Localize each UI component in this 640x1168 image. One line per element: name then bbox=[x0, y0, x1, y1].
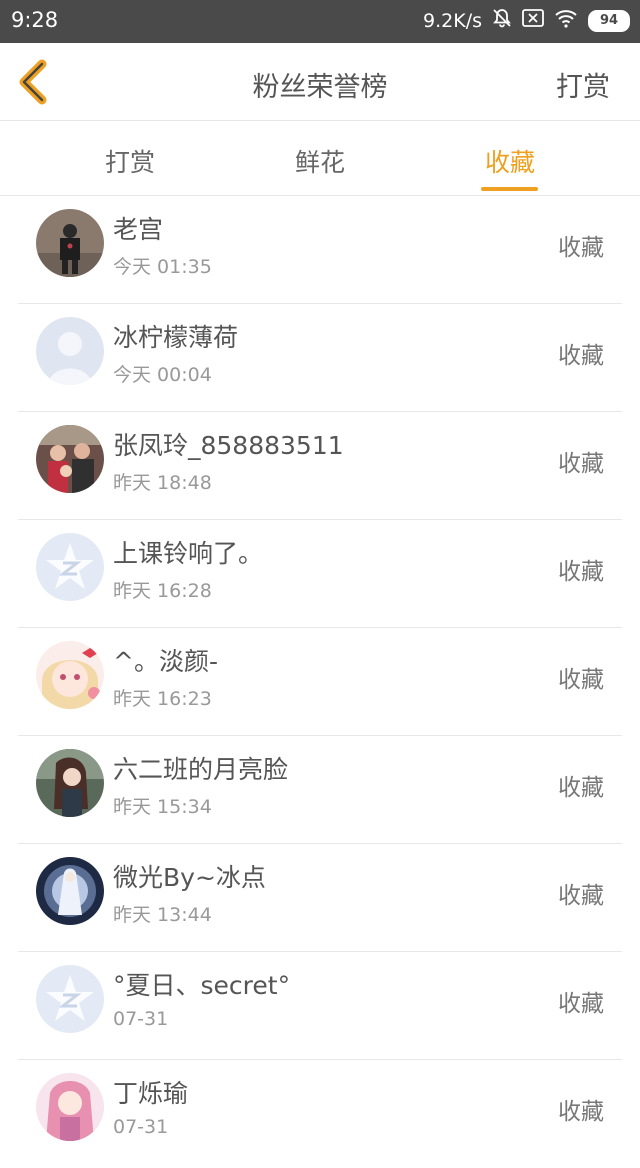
timestamp: 07-31 bbox=[113, 1008, 169, 1030]
timestamp: 昨天 18:48 bbox=[113, 472, 212, 494]
user-name: 老宫 bbox=[113, 215, 164, 244]
active-tab-indicator bbox=[481, 187, 538, 191]
avatar[interactable] bbox=[36, 749, 104, 817]
sim-icon bbox=[522, 9, 544, 32]
list-item[interactable]: 丁烁瑜 07-31 收藏 bbox=[0, 1060, 640, 1168]
status-time: 9:28 bbox=[11, 8, 59, 32]
favorite-label: 收藏 bbox=[558, 883, 604, 909]
user-name: 张凤玲_858883511 bbox=[113, 431, 344, 460]
list-item[interactable]: 老宫 今天 01:35 收藏 bbox=[0, 196, 640, 304]
favorite-label: 收藏 bbox=[558, 451, 604, 477]
favorite-label: 收藏 bbox=[558, 991, 604, 1017]
list-item[interactable]: 冰柠檬薄荷 今天 00:04 收藏 bbox=[0, 304, 640, 412]
timestamp: 昨天 13:44 bbox=[113, 904, 212, 926]
list-item[interactable]: 张凤玲_858883511 昨天 18:48 收藏 bbox=[0, 412, 640, 520]
favorite-label: 收藏 bbox=[558, 667, 604, 693]
avatar[interactable] bbox=[36, 533, 104, 601]
avatar[interactable] bbox=[36, 317, 104, 385]
bell-muted-icon bbox=[492, 8, 512, 33]
tab-bar: 打赏 鲜花 收藏 bbox=[0, 121, 640, 196]
user-name: 丁烁瑜 bbox=[113, 1079, 189, 1108]
tab-reward[interactable]: 打赏 bbox=[70, 143, 190, 179]
timestamp: 今天 01:35 bbox=[113, 256, 212, 278]
avatar[interactable] bbox=[36, 857, 104, 925]
list-item[interactable]: 微光By~冰点 昨天 13:44 收藏 bbox=[0, 844, 640, 952]
reward-button[interactable]: 打赏 bbox=[556, 65, 610, 104]
favorite-label: 收藏 bbox=[558, 235, 604, 261]
avatar[interactable] bbox=[36, 209, 104, 277]
wifi-icon bbox=[554, 8, 578, 33]
battery-icon: 94 bbox=[588, 9, 630, 32]
avatar[interactable] bbox=[36, 641, 104, 709]
user-name: ^。淡颜- bbox=[113, 647, 218, 676]
default-star-icon bbox=[36, 965, 104, 1033]
list-item[interactable]: °夏日、secret° 07-31 收藏 bbox=[0, 952, 640, 1060]
user-name: 微光By~冰点 bbox=[113, 863, 266, 892]
fan-list: 老宫 今天 01:35 收藏 冰柠檬薄荷 今天 00:04 收藏 张凤玲_858… bbox=[0, 196, 640, 1168]
user-name: 上课铃响了。 bbox=[113, 539, 264, 568]
default-star-icon bbox=[36, 533, 104, 601]
list-item[interactable]: 六二班的月亮脸 昨天 15:34 收藏 bbox=[0, 736, 640, 844]
timestamp: 昨天 15:34 bbox=[113, 796, 212, 818]
favorite-label: 收藏 bbox=[558, 775, 604, 801]
user-name: °夏日、secret° bbox=[113, 971, 291, 1000]
user-name: 冰柠檬薄荷 bbox=[113, 323, 239, 352]
avatar[interactable] bbox=[36, 425, 104, 493]
avatar[interactable] bbox=[36, 965, 104, 1033]
timestamp: 昨天 16:23 bbox=[113, 688, 212, 710]
page-title: 粉丝荣誉榜 bbox=[252, 72, 388, 103]
network-speed: 9.2K/s bbox=[423, 9, 482, 32]
timestamp: 昨天 16:28 bbox=[113, 580, 212, 602]
avatar[interactable] bbox=[36, 1073, 104, 1141]
favorite-label: 收藏 bbox=[558, 559, 604, 585]
tab-favorites[interactable]: 收藏 bbox=[450, 143, 570, 179]
list-item[interactable]: ^。淡颜- 昨天 16:23 收藏 bbox=[0, 628, 640, 736]
status-bar: 9:28 9.2K/s 94 bbox=[0, 0, 640, 43]
tab-flowers[interactable]: 鲜花 bbox=[260, 143, 380, 179]
favorite-label: 收藏 bbox=[558, 1099, 604, 1125]
header: 粉丝荣誉榜 打赏 bbox=[0, 43, 640, 121]
list-item[interactable]: 上课铃响了。 昨天 16:28 收藏 bbox=[0, 520, 640, 628]
favorite-label: 收藏 bbox=[558, 343, 604, 369]
timestamp: 今天 00:04 bbox=[113, 364, 212, 386]
timestamp: 07-31 bbox=[113, 1116, 169, 1138]
status-icons: 9.2K/s 94 bbox=[423, 8, 630, 33]
user-name: 六二班的月亮脸 bbox=[113, 755, 289, 784]
